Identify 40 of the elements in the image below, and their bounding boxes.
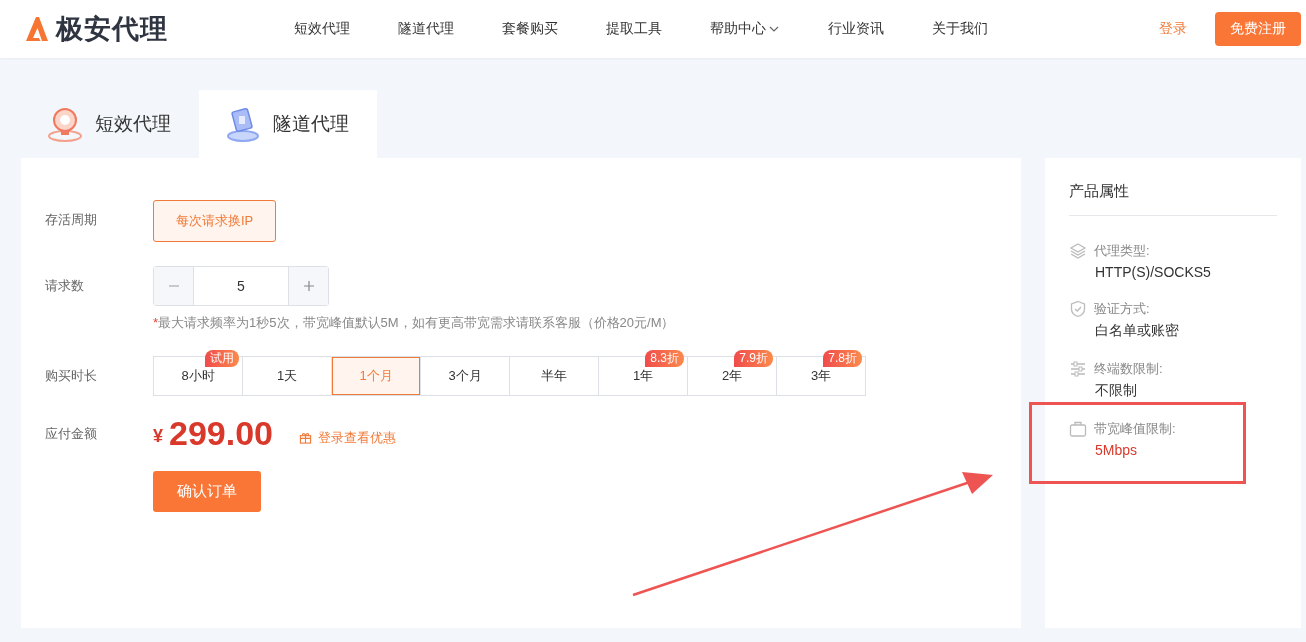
minus-button[interactable] [154, 267, 193, 305]
attribute-label: 验证方式: [1094, 300, 1150, 318]
logo-text[interactable]: 极安代理 [56, 11, 168, 47]
field-label: 应付金额 [45, 425, 98, 443]
discount-badge: 7.9折 [734, 350, 773, 367]
plus-button[interactable] [289, 267, 328, 305]
nav-link[interactable]: 帮助中心 [686, 20, 804, 38]
plus-icon [302, 280, 315, 292]
currency-sign: ¥ [153, 426, 163, 447]
attribute-value: 5Mbps [1095, 442, 1139, 458]
sliders-icon [1069, 360, 1087, 378]
shield-icon [1069, 300, 1087, 318]
note-text: *最大请求频率为1秒5次，带宽峰值默认5M，如有更高带宽需求请联系客服（价格20元/M） [153, 314, 676, 332]
nav-link[interactable]: 短效代理 [270, 20, 374, 38]
attribute-value: 白名单或账密 [1095, 322, 1180, 340]
field-label: 购买时长 [45, 367, 98, 385]
gift-icon [299, 431, 312, 444]
discount-badge: 7.8折 [823, 350, 862, 367]
layers-icon [1069, 242, 1087, 260]
nav-link[interactable]: 提取工具 [582, 20, 686, 38]
attribute-value: HTTP(S)/SOCKS5 [1095, 264, 1212, 280]
nav-link[interactable]: 行业资讯 [804, 20, 908, 38]
attribute-label: 代理类型: [1094, 242, 1150, 260]
field-label: 请求数 [45, 277, 85, 295]
field-label: 存活周期 [45, 211, 98, 229]
attribute-value: 不限制 [1095, 382, 1138, 400]
nav-link[interactable]: 关于我们 [908, 20, 1012, 38]
nav-link[interactable]: 隧道代理 [374, 20, 478, 38]
logo-icon [24, 16, 50, 42]
nav-link[interactable]: 套餐购买 [478, 20, 582, 38]
price: 299.00 [169, 414, 273, 453]
attribute-label: 终端数限制: [1094, 360, 1163, 378]
discount-badge: 8.3折 [645, 350, 684, 367]
card-title: 产品属性 [1069, 182, 1277, 216]
discount-badge: 试用 [205, 350, 239, 367]
product-tab[interactable]: 短效代理 [21, 90, 199, 158]
attribute-label: 带宽峰值限制: [1094, 420, 1176, 438]
product-tab[interactable]: 隧道代理 [199, 90, 377, 158]
briefcase-icon [1069, 420, 1087, 438]
quantity-stepper[interactable]: 5 [153, 266, 329, 306]
